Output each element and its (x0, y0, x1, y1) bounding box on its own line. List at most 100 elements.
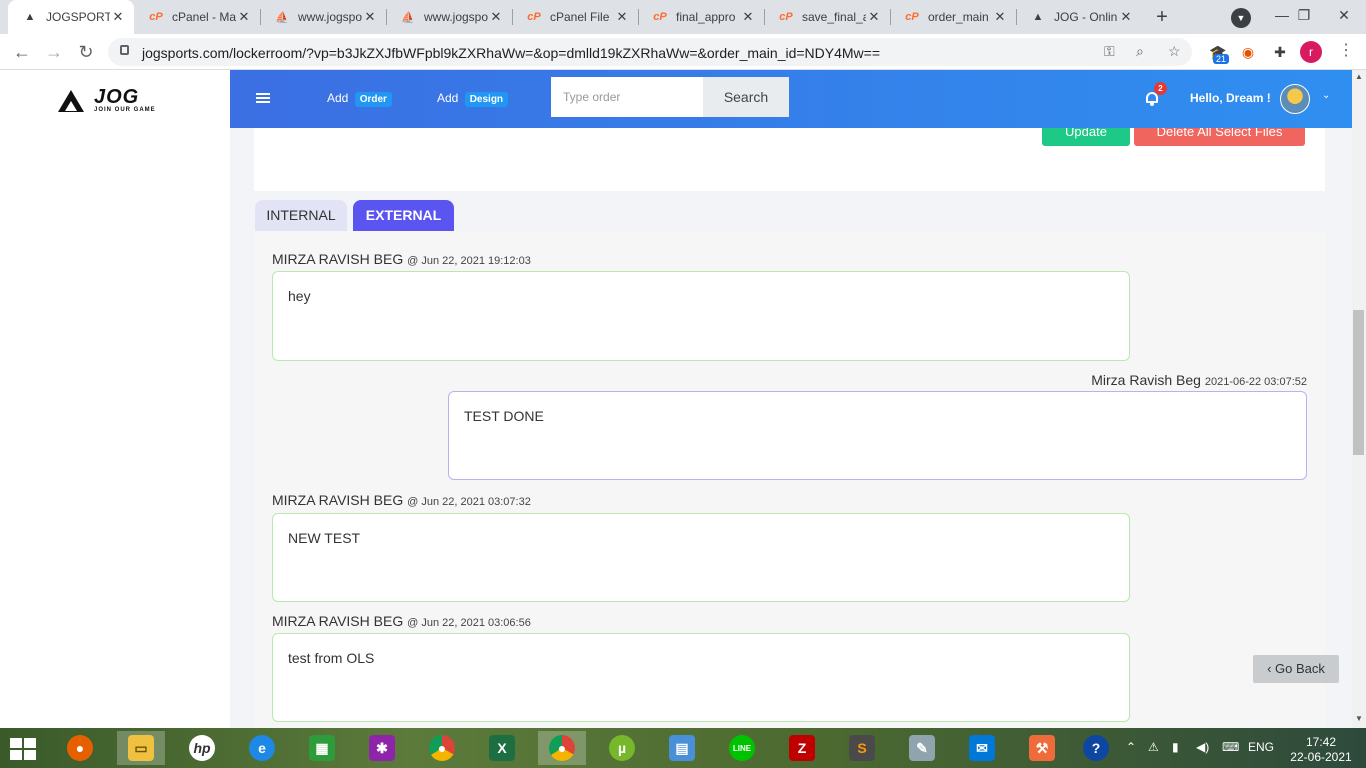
user-greeting[interactable]: Hello, Dream ! (1190, 91, 1271, 105)
clock-date: 22-06-2021 (1290, 750, 1352, 764)
browser-tab-pma-1[interactable]: ⛵ www.jogspo ✕ (260, 0, 386, 34)
add-design-label: Add (437, 91, 459, 105)
delete-all-files-button[interactable]: Delete All Select Files (1134, 128, 1305, 146)
network-icon[interactable]: ⚠ (1148, 740, 1159, 754)
close-icon[interactable]: ✕ (1118, 9, 1134, 25)
close-icon[interactable]: ✕ (740, 9, 756, 25)
tray-up-arrow-icon[interactable]: ⌃ (1126, 740, 1136, 754)
tool-taskbar-icon[interactable]: ⚒ (1018, 731, 1066, 765)
jog-logo-icon: ▲ (24, 11, 36, 23)
close-icon[interactable]: ✕ (614, 9, 630, 25)
window-close-icon[interactable]: ✕ (1322, 0, 1366, 34)
tab-title: final_appro (676, 10, 736, 24)
message-bubble: NEW TEST (272, 513, 1130, 602)
message-timestamp: @ Jun 22, 2021 03:07:32 (407, 496, 531, 508)
design-pill: Design (464, 92, 509, 107)
address-bar[interactable]: jogsports.com/lockerroom/?vp=b3JkZXJfbWF… (108, 38, 1192, 66)
jog-logo[interactable]: JOG JOIN OUR GAME (58, 86, 173, 116)
help-taskbar-icon[interactable]: ? (1072, 731, 1120, 765)
close-icon[interactable]: ✕ (866, 9, 882, 25)
windows-start-icon[interactable] (10, 738, 36, 760)
go-back-button[interactable]: ‹ Go Back (1253, 655, 1339, 683)
keyboard-icon[interactable]: ⌨ (1222, 740, 1239, 754)
browser-tab-cpanel-file[interactable]: cP cPanel File ✕ (512, 0, 638, 34)
extensions-puzzle-icon[interactable]: ✚ (1270, 42, 1290, 62)
excel-taskbar-icon[interactable]: X (478, 731, 526, 765)
chrome-profile-taskbar-icon[interactable]: ● (538, 731, 586, 765)
add-order-link[interactable]: Add Order (327, 91, 392, 107)
tab-title: JOGSPORTS (46, 10, 110, 24)
cpanel-icon: cP (905, 11, 919, 23)
message-timestamp: @ Jun 22, 2021 19:12:03 (407, 255, 531, 267)
scroll-down-arrow-icon[interactable]: ▼ (1352, 714, 1366, 723)
order-search-input[interactable] (551, 77, 703, 117)
volume-icon[interactable]: ◀) (1196, 740, 1209, 754)
file-explorer-taskbar-icon[interactable]: ▭ (117, 731, 165, 765)
browser-tab-jogsports[interactable]: ▲ JOGSPORTS ✕ (8, 0, 134, 34)
message-text: hey (288, 288, 311, 304)
order-pill: Order (354, 92, 392, 107)
puzzle-app-taskbar-icon[interactable]: ✱ (358, 731, 406, 765)
reload-icon[interactable]: ↻ (72, 38, 100, 66)
browser-tab-cpanel[interactable]: cP cPanel - Ma ✕ (134, 0, 260, 34)
pma-icon: ⛵ (275, 11, 289, 24)
message-text: TEST DONE (464, 408, 544, 424)
tab-title: order_main (928, 10, 989, 24)
firefox-taskbar-icon[interactable]: ● (56, 731, 104, 765)
message-header: Mirza Ravish Beg 2021-06-22 03:07:52 (1091, 372, 1307, 388)
update-button[interactable]: Update (1042, 128, 1130, 146)
browser-tab-order-main[interactable]: cP order_main ✕ (890, 0, 1016, 34)
chevron-down-icon[interactable]: ⌄ (1322, 90, 1330, 101)
scroll-up-arrow-icon[interactable]: ▲ (1352, 72, 1366, 81)
zoom-icon[interactable]: ⌕ (1136, 43, 1144, 60)
close-icon[interactable]: ✕ (992, 9, 1008, 25)
tab-search-icon[interactable]: ▼ (1231, 8, 1251, 28)
hp-taskbar-icon[interactable]: hp (178, 731, 226, 765)
extension-bottle-icon[interactable]: ◉ (1238, 42, 1258, 62)
mail-taskbar-icon[interactable]: ✉ (958, 731, 1006, 765)
message-header: MIRZA RAVISH BEG @ Jun 22, 2021 03:06:56 (272, 613, 531, 629)
hamburger-menu-icon[interactable] (256, 93, 270, 103)
language-indicator[interactable]: ENG (1248, 740, 1274, 754)
close-icon[interactable]: ✕ (236, 9, 252, 25)
tab-title: www.jogspo (424, 10, 488, 24)
utorrent-taskbar-icon[interactable]: µ (598, 731, 646, 765)
profile-avatar[interactable]: r (1300, 41, 1322, 63)
tab-internal[interactable]: INTERNAL (255, 200, 347, 231)
close-icon[interactable]: ✕ (488, 9, 504, 25)
web-page: JOG JOIN OUR GAME Add Order Add Design S… (0, 70, 1366, 728)
chrome-taskbar-icon[interactable]: ● (418, 731, 466, 765)
paint-taskbar-icon[interactable]: ✎ (898, 731, 946, 765)
user-avatar[interactable] (1280, 84, 1310, 114)
browser-tab-final-approve[interactable]: cP final_appro ✕ (638, 0, 764, 34)
back-arrow-icon[interactable]: ← (8, 38, 36, 66)
logo-tagline: JOIN OUR GAME (94, 107, 156, 113)
menu-kebab-icon[interactable]: ⋮ (1338, 40, 1354, 60)
message-author: MIRZA RAVISH BEG (272, 251, 404, 267)
control-panel-taskbar-icon[interactable]: ▤ (658, 731, 706, 765)
line-taskbar-icon[interactable]: LINE (718, 731, 766, 765)
system-clock[interactable]: 17:42 22-06-2021 (1290, 735, 1352, 765)
filezilla-taskbar-icon[interactable]: Z (778, 731, 826, 765)
url-text: jogsports.com/lockerroom/?vp=b3JkZXJfbWF… (142, 45, 881, 61)
browser-tab-jog-online[interactable]: ▲ JOG - Onlin ✕ (1016, 0, 1142, 34)
add-design-link[interactable]: Add Design (437, 91, 509, 107)
clock-time: 17:42 (1305, 735, 1337, 749)
restore-icon[interactable]: ❐ (1282, 0, 1326, 34)
notification-count-badge: 2 (1154, 82, 1167, 95)
store-taskbar-icon[interactable]: ▦ (298, 731, 346, 765)
forward-arrow-icon[interactable]: → (40, 38, 68, 66)
internet-explorer-taskbar-icon[interactable]: e (238, 731, 286, 765)
bookmark-star-icon[interactable]: ☆ (1168, 43, 1181, 60)
search-button[interactable]: Search (703, 77, 789, 117)
close-icon[interactable]: ✕ (110, 9, 126, 25)
new-tab-button[interactable]: + (1150, 5, 1174, 29)
tab-external[interactable]: EXTERNAL (353, 200, 454, 231)
browser-tab-save-final[interactable]: cP save_final_a ✕ (764, 0, 890, 34)
key-icon[interactable]: ⚿ (1104, 43, 1115, 60)
browser-tab-pma-2[interactable]: ⛵ www.jogspo ✕ (386, 0, 512, 34)
close-icon[interactable]: ✕ (362, 9, 378, 25)
wifi-signal-icon[interactable]: ▮ (1172, 740, 1179, 754)
scrollbar-thumb[interactable] (1353, 310, 1364, 455)
sublime-text-taskbar-icon[interactable]: S (838, 731, 886, 765)
